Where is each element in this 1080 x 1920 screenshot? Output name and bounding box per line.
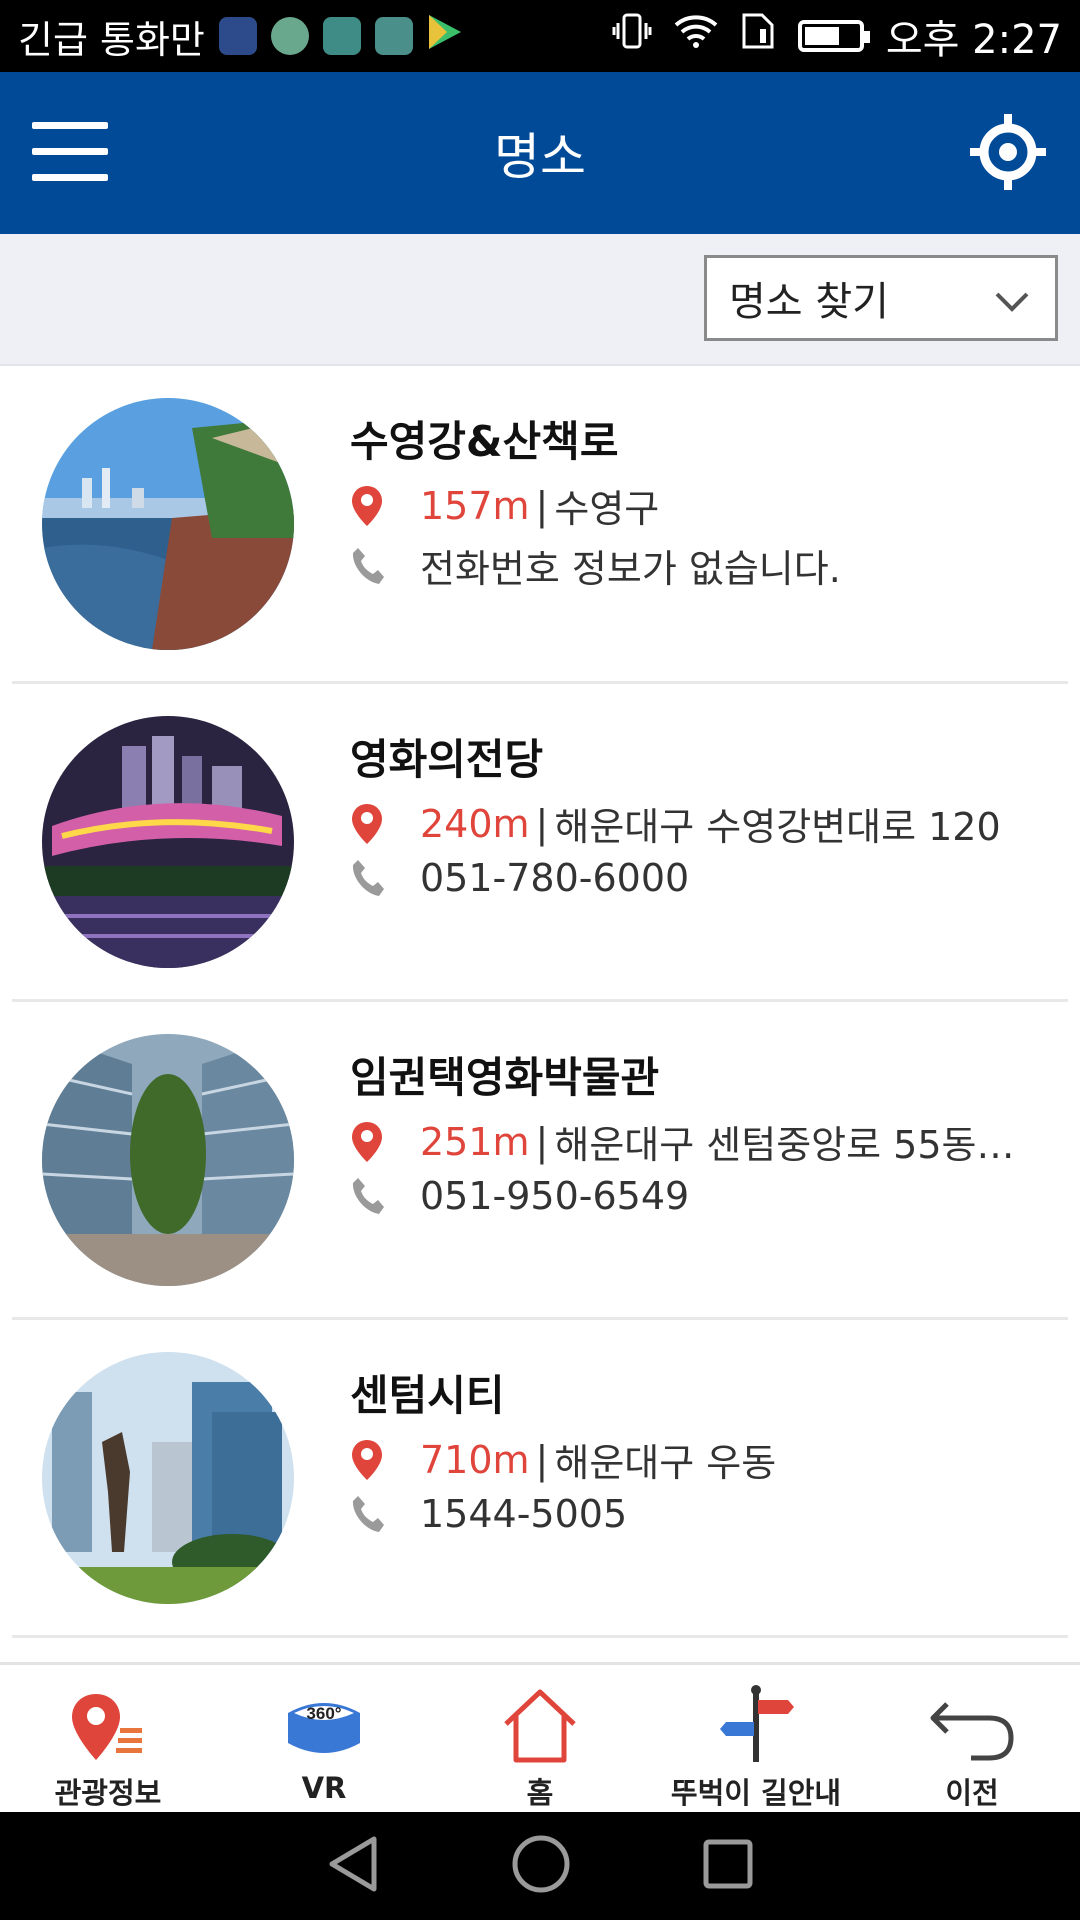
nav-label: 이전 <box>945 1776 999 1810</box>
nav-label: 뚜벅이 길안내 <box>670 1776 842 1810</box>
phone-icon <box>352 547 384 584</box>
gps-locate-icon[interactable] <box>970 112 1046 192</box>
vr-360-icon: 360° <box>284 1681 364 1765</box>
nav-vr[interactable]: 360° VR <box>216 1665 432 1812</box>
place-distance: 157m <box>420 483 530 528</box>
system-back-icon[interactable] <box>326 1835 380 1897</box>
back-arrow-icon <box>927 1681 1017 1764</box>
chevron-down-icon <box>993 282 1031 330</box>
place-phone[interactable]: 051-780-6000 <box>420 856 689 900</box>
place-distance: 710m <box>420 1437 530 1482</box>
hamburger-icon[interactable] <box>32 122 108 182</box>
signpost-icon <box>716 1681 796 1764</box>
place-location-row: 240m | 해운대구 수영강변대로 120 <box>350 796 1001 851</box>
shield-app-icon <box>374 17 413 55</box>
place-location-row: 710m | 해운대구 우동 <box>350 1432 776 1487</box>
place-distance: 251m <box>420 1119 530 1164</box>
place-phone[interactable]: 051-950-6549 <box>420 1174 689 1218</box>
wifi-icon <box>674 13 718 59</box>
map-pin-icon <box>352 485 382 526</box>
separator: | <box>535 801 549 846</box>
place-photo <box>42 398 294 650</box>
app-header: 명소 <box>0 72 1080 234</box>
play-store-icon <box>427 13 463 60</box>
clock-text: 오후 2:27 <box>885 17 1062 63</box>
place-photo <box>42 1352 294 1604</box>
place-location-row: 251m | 해운대구 센텀중앙로 55동서… <box>350 1114 1034 1169</box>
place-phone[interactable]: 전화번호 정보가 없습니다. <box>420 538 841 593</box>
system-recents-icon[interactable] <box>702 1838 754 1894</box>
place-name: 센텀시티 <box>350 1371 505 1420</box>
place-photo <box>42 1034 294 1286</box>
vibrate-icon <box>612 11 652 61</box>
carrier-text: 긴급 통화만 <box>18 17 205 62</box>
place-name: 임권택영화박물관 <box>350 1053 660 1102</box>
list-item[interactable]: 임권택영화박물관 251m | 해운대구 센텀중앙로 55동서… 051-950… <box>12 1002 1068 1320</box>
place-address: 수영구 <box>554 487 660 531</box>
nav-label: VR <box>301 1771 347 1805</box>
list-item[interactable]: 영화의전당 240m | 해운대구 수영강변대로 120 051-780-600… <box>12 684 1068 1002</box>
avatar-app-icon <box>270 17 309 55</box>
map-pin-icon <box>352 1439 382 1480</box>
place-location-row: 157m | 수영구 <box>350 478 659 533</box>
filter-bar: 명소 찾기 <box>0 234 1080 366</box>
phone-icon <box>352 1496 384 1532</box>
map-pin-icon <box>352 1121 382 1162</box>
sim-icon <box>740 11 776 61</box>
place-distance: 240m <box>420 801 530 846</box>
nav-walking-guide[interactable]: 뚜벅이 길안내 <box>648 1665 864 1812</box>
place-search-dropdown[interactable]: 명소 찾기 <box>704 255 1058 341</box>
phone-icon <box>352 1178 384 1214</box>
list-item[interactable]: 수영강&산책로 157m | 수영구 전화번호 정보가 없습니다. <box>12 366 1068 684</box>
place-address: 해운대구 수영강변대로 120 <box>554 805 1001 849</box>
place-phone-row: 전화번호 정보가 없습니다. <box>350 538 841 593</box>
nav-label: 관광정보 <box>54 1776 162 1810</box>
phone-icon <box>352 860 384 896</box>
nav-label: 홈 <box>526 1776 554 1810</box>
place-phone-row: 051-950-6549 <box>350 1174 689 1218</box>
battery-icon <box>797 20 870 52</box>
nav-back[interactable]: 이전 <box>864 1665 1080 1812</box>
gallery-app-icon <box>322 17 361 55</box>
map-pin-app-icon <box>218 17 257 55</box>
place-list: 수영강&산책로 157m | 수영구 전화번호 정보가 없습니다. 영화의전당 … <box>0 366 1080 1638</box>
place-phone[interactable]: 1544-5005 <box>420 1492 627 1536</box>
page-title: 명소 <box>494 128 586 186</box>
place-phone-row: 051-780-6000 <box>350 856 689 900</box>
dropdown-selected-value: 명소 찾기 <box>729 279 889 325</box>
vr-icon-text: 360° <box>306 1704 341 1723</box>
separator: | <box>535 483 549 528</box>
system-home-icon[interactable] <box>510 1833 572 1899</box>
place-name: 수영강&산책로 <box>350 417 619 466</box>
bottom-nav: 관광정보 360° VR 홈 뚜벅이 길안내 이전 <box>0 1662 1080 1812</box>
place-address: 해운대구 우동 <box>554 1441 777 1485</box>
nav-tour-info[interactable]: 관광정보 <box>0 1665 216 1812</box>
status-bar: 긴급 통화만 오후 2:27 <box>0 0 1080 72</box>
separator: | <box>535 1437 549 1482</box>
place-address: 해운대구 센텀중앙로 55동서… <box>554 1123 1035 1167</box>
tour-info-pin-icon <box>68 1681 148 1764</box>
place-name: 영화의전당 <box>350 735 544 784</box>
home-icon <box>500 1681 580 1764</box>
nav-home[interactable]: 홈 <box>432 1665 648 1812</box>
place-photo <box>42 716 294 968</box>
map-pin-icon <box>352 803 382 844</box>
system-nav-bar <box>0 1812 1080 1920</box>
list-item[interactable]: 센텀시티 710m | 해운대구 우동 1544-5005 <box>12 1320 1068 1638</box>
place-phone-row: 1544-5005 <box>350 1492 627 1536</box>
separator: | <box>535 1119 549 1164</box>
